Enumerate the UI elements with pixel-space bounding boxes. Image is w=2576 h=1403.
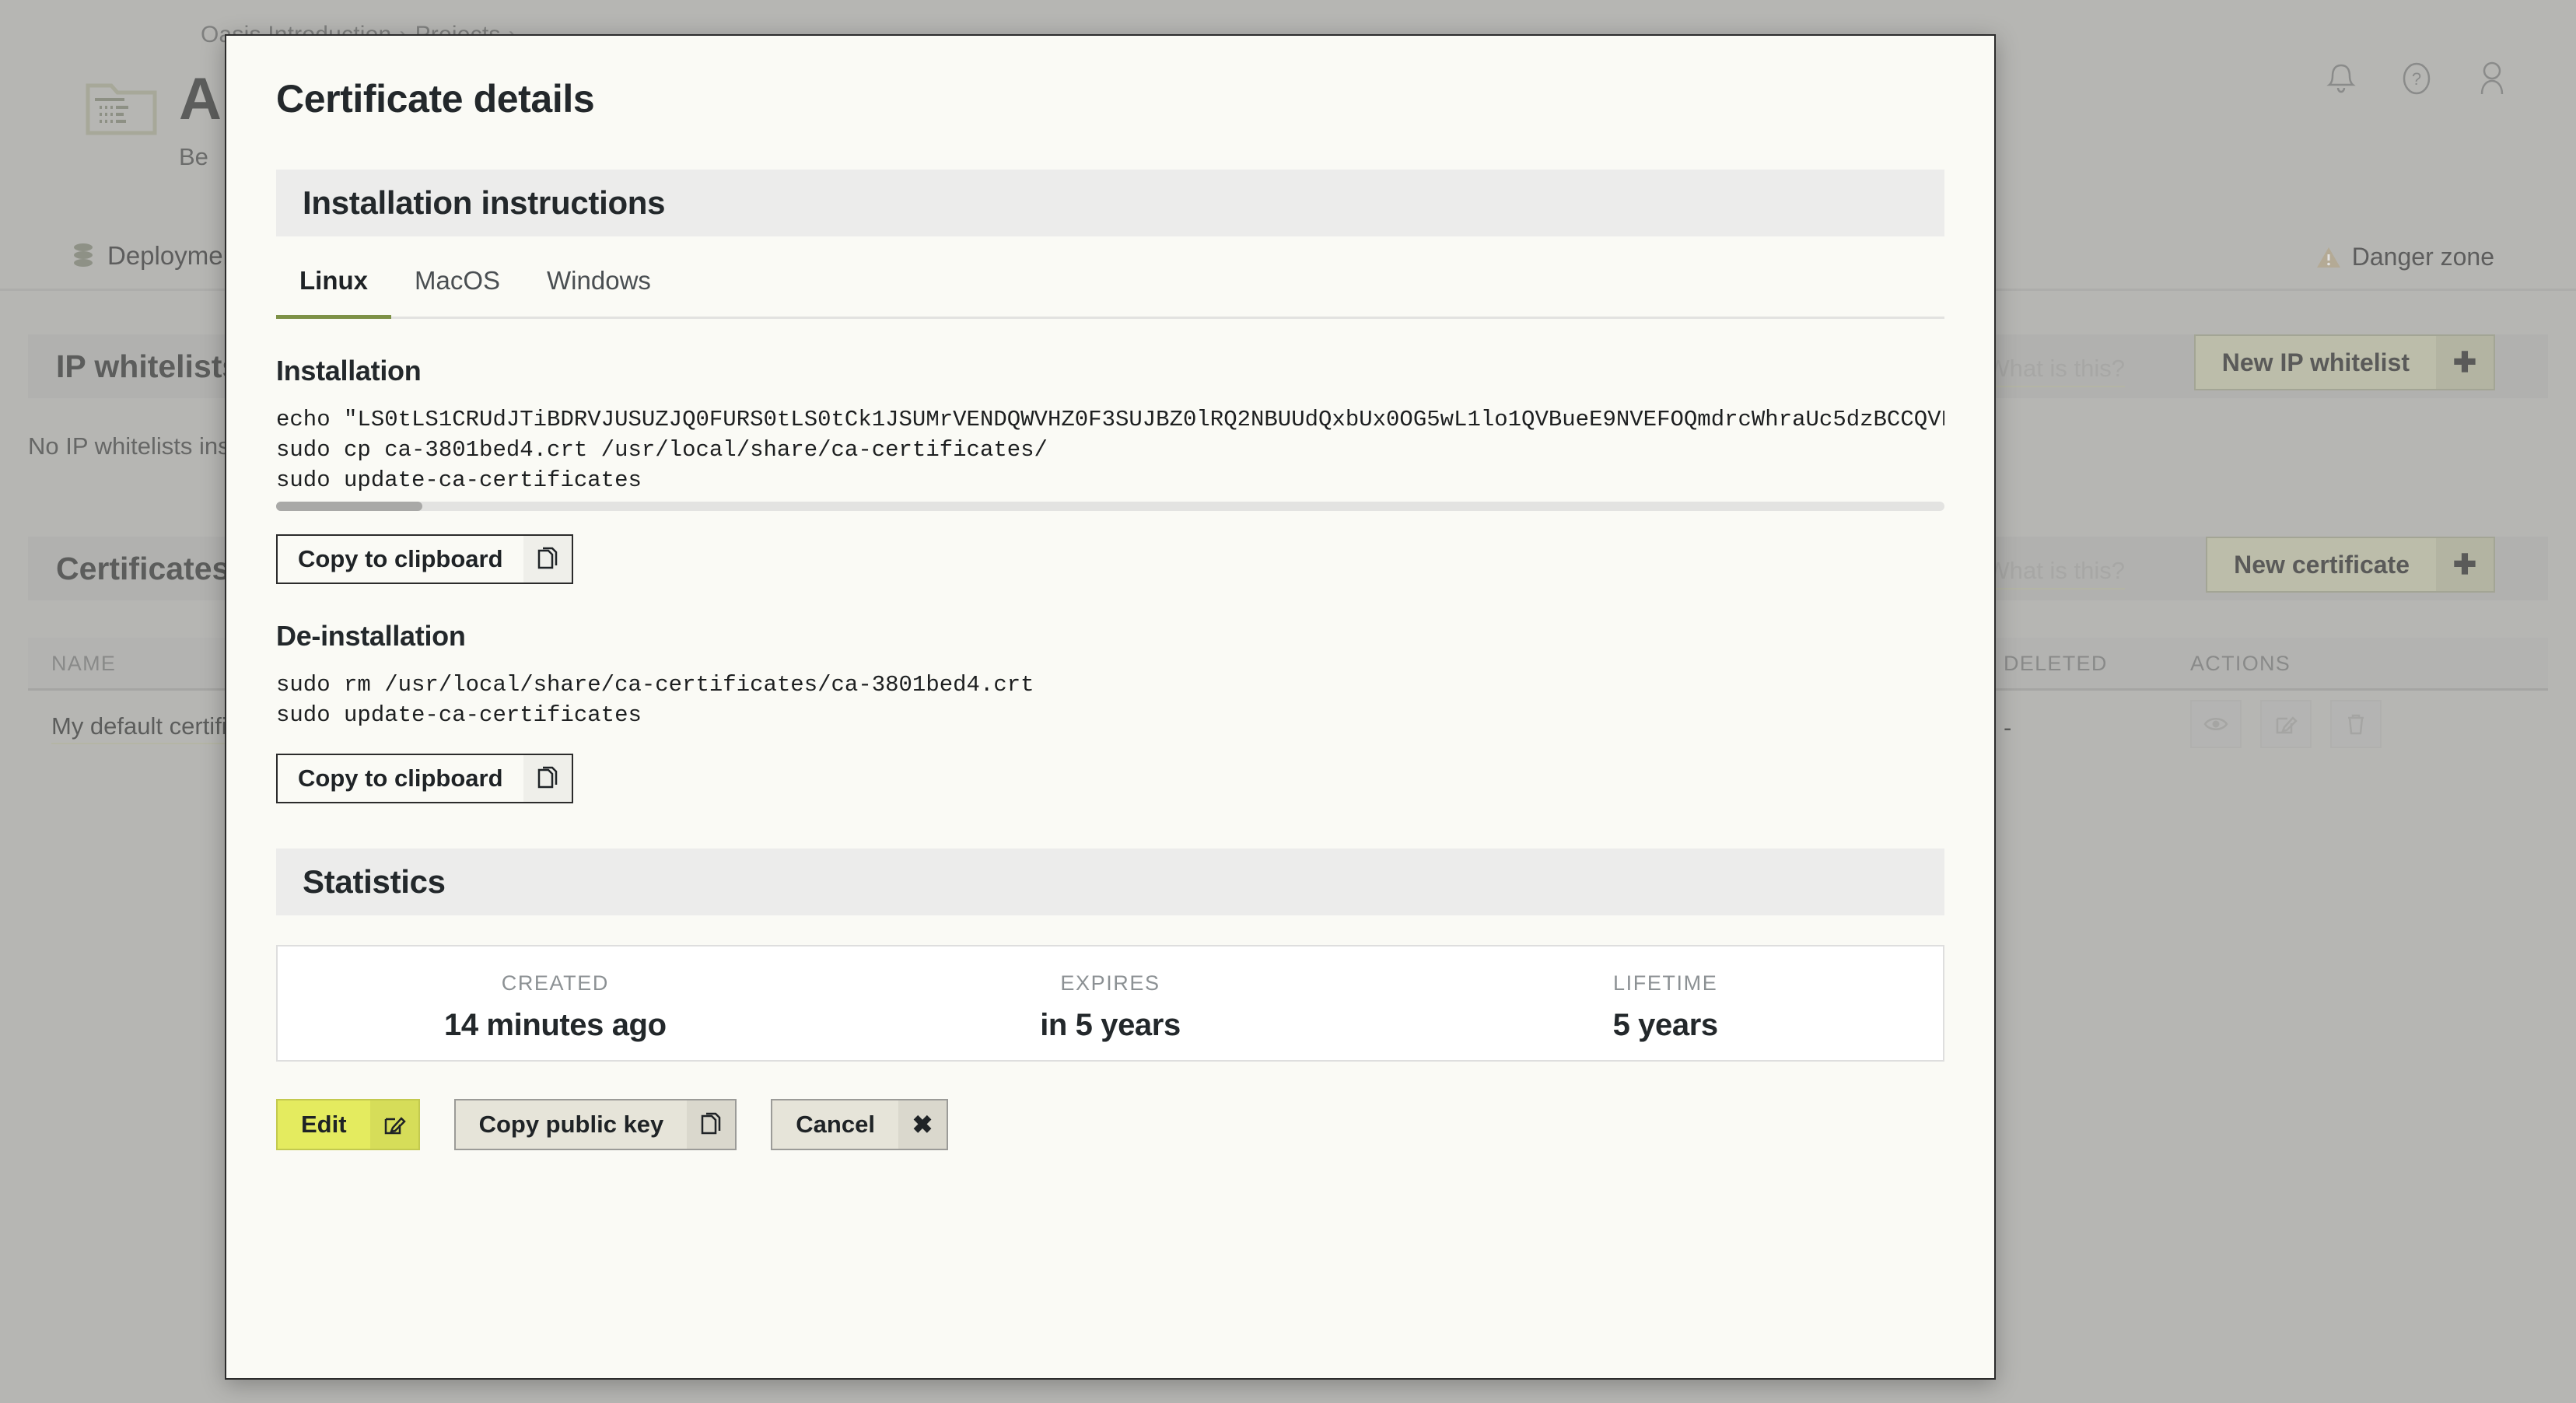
stat-lifetime-label: LIFETIME — [1388, 971, 1943, 995]
installation-instructions-header: Installation instructions — [276, 170, 1944, 236]
edit-certificate-button[interactable] — [2260, 700, 2312, 748]
bell-icon[interactable] — [2326, 61, 2357, 96]
ip-whitelists-what-is-this[interactable]: What is this? — [1987, 355, 2125, 387]
header-icon-group: ? — [2326, 61, 2508, 96]
new-certificate-button[interactable]: New certificate ✚ — [2206, 537, 2495, 593]
tab-linux[interactable]: Linux — [276, 257, 391, 319]
view-certificate-button[interactable] — [2190, 700, 2242, 748]
copy-public-key-label: Copy public key — [456, 1100, 688, 1149]
trash-icon — [2346, 712, 2366, 736]
column-header-name: NAME — [51, 652, 116, 676]
stat-created-value: 14 minutes ago — [278, 1008, 833, 1043]
installation-code-scrollbar[interactable] — [276, 502, 1944, 511]
copy-installation-label: Copy to clipboard — [278, 536, 523, 583]
install-code-line-3: sudo update-ca-certificates — [276, 467, 642, 493]
scrollbar-thumb[interactable] — [276, 502, 422, 511]
edit-icon — [370, 1100, 418, 1149]
certificates-heading: Certificates — [28, 551, 229, 587]
warning-icon — [2316, 246, 2341, 269]
deinstall-code-line-2: sudo update-ca-certificates — [276, 702, 642, 728]
install-code-line-2: sudo cp ca-3801bed4.crt /usr/local/share… — [276, 437, 1048, 463]
edit-button-label: Edit — [278, 1100, 370, 1149]
danger-zone-link[interactable]: Danger zone — [2316, 243, 2494, 271]
stat-created-label: CREATED — [278, 971, 833, 995]
edit-button[interactable]: Edit — [276, 1099, 420, 1150]
copy-deinstallation-label: Copy to clipboard — [278, 755, 523, 802]
stat-expires: EXPIRES in 5 years — [833, 946, 1388, 1060]
plus-icon: ✚ — [2436, 538, 2494, 591]
stat-expires-value: in 5 years — [833, 1008, 1388, 1043]
stat-lifetime-value: 5 years — [1388, 1008, 1943, 1043]
new-ip-whitelist-button[interactable]: New IP whitelist ✚ — [2194, 334, 2495, 390]
deinstallation-heading: De-installation — [276, 620, 1994, 653]
certificates-what-is-this[interactable]: What is this? — [1987, 557, 2125, 590]
copy-public-key-button[interactable]: Copy public key — [454, 1099, 737, 1150]
help-icon[interactable]: ? — [2400, 61, 2433, 96]
folder-icon — [86, 79, 157, 137]
os-tabs: Linux MacOS Windows — [276, 257, 1944, 319]
statistics-header: Statistics — [276, 848, 1944, 915]
eye-icon — [2203, 715, 2228, 733]
edit-glyph — [383, 1113, 406, 1136]
project-header: A Be — [86, 70, 221, 171]
certificate-details-modal: Certificate details Installation instruc… — [225, 34, 1996, 1380]
new-ip-whitelist-label: New IP whitelist — [2196, 336, 2436, 389]
cancel-button-label: Cancel — [772, 1100, 898, 1149]
plus-icon: ✚ — [2436, 336, 2494, 389]
statistics-heading: Statistics — [276, 863, 446, 901]
ip-whitelists-heading: IP whitelists — [28, 348, 240, 385]
deinstallation-code-block[interactable]: sudo rm /usr/local/share/ca-certificates… — [276, 670, 1944, 730]
modal-footer: Edit Copy public key Cancel ✖ — [276, 1099, 1994, 1150]
installation-instructions-heading: Installation instructions — [276, 184, 665, 222]
page-subtitle: Be — [179, 143, 221, 171]
delete-certificate-button[interactable] — [2330, 700, 2382, 748]
page-title: A — [179, 70, 221, 129]
copy-glyph — [700, 1112, 722, 1137]
column-header-deleted: DELETED — [2004, 652, 2108, 676]
copy-deinstallation-button[interactable]: Copy to clipboard — [276, 754, 573, 803]
copy-icon — [523, 536, 572, 583]
installation-code-block[interactable]: echo "LS0tLS1CRUdJTiBDRVJUSUZJQ0FURS0tLS… — [276, 404, 1944, 495]
stat-expires-label: EXPIRES — [833, 971, 1388, 995]
modal-title: Certificate details — [226, 36, 1994, 121]
deinstall-code-line-1: sudo rm /usr/local/share/ca-certificates… — [276, 672, 1034, 698]
row-action-buttons — [2190, 700, 2382, 748]
cancel-button[interactable]: Cancel ✖ — [771, 1099, 948, 1150]
close-icon: ✖ — [898, 1100, 947, 1149]
copy-icon — [687, 1100, 735, 1149]
database-icon — [72, 243, 95, 269]
stat-lifetime: LIFETIME 5 years — [1388, 946, 1943, 1060]
copy-installation-button[interactable]: Copy to clipboard — [276, 534, 573, 584]
tab-windows[interactable]: Windows — [523, 257, 674, 317]
svg-text:?: ? — [2412, 69, 2421, 89]
copy-glyph — [537, 766, 558, 791]
stat-created: CREATED 14 minutes ago — [278, 946, 833, 1060]
danger-zone-label: Danger zone — [2352, 243, 2494, 271]
copy-icon — [523, 755, 572, 802]
installation-heading: Installation — [276, 355, 1994, 387]
user-icon[interactable] — [2476, 61, 2508, 96]
new-certificate-label: New certificate — [2207, 538, 2436, 591]
statistics-box: CREATED 14 minutes ago EXPIRES in 5 year… — [276, 945, 1944, 1062]
column-header-actions: ACTIONS — [2190, 652, 2291, 676]
install-code-line-1: echo "LS0tLS1CRUdJTiBDRVJUSUZJQ0FURS0tLS… — [276, 407, 1944, 432]
edit-icon — [2274, 712, 2298, 736]
certificate-deleted: - — [2004, 714, 2011, 742]
tab-macos[interactable]: MacOS — [391, 257, 523, 317]
copy-glyph — [537, 547, 558, 572]
